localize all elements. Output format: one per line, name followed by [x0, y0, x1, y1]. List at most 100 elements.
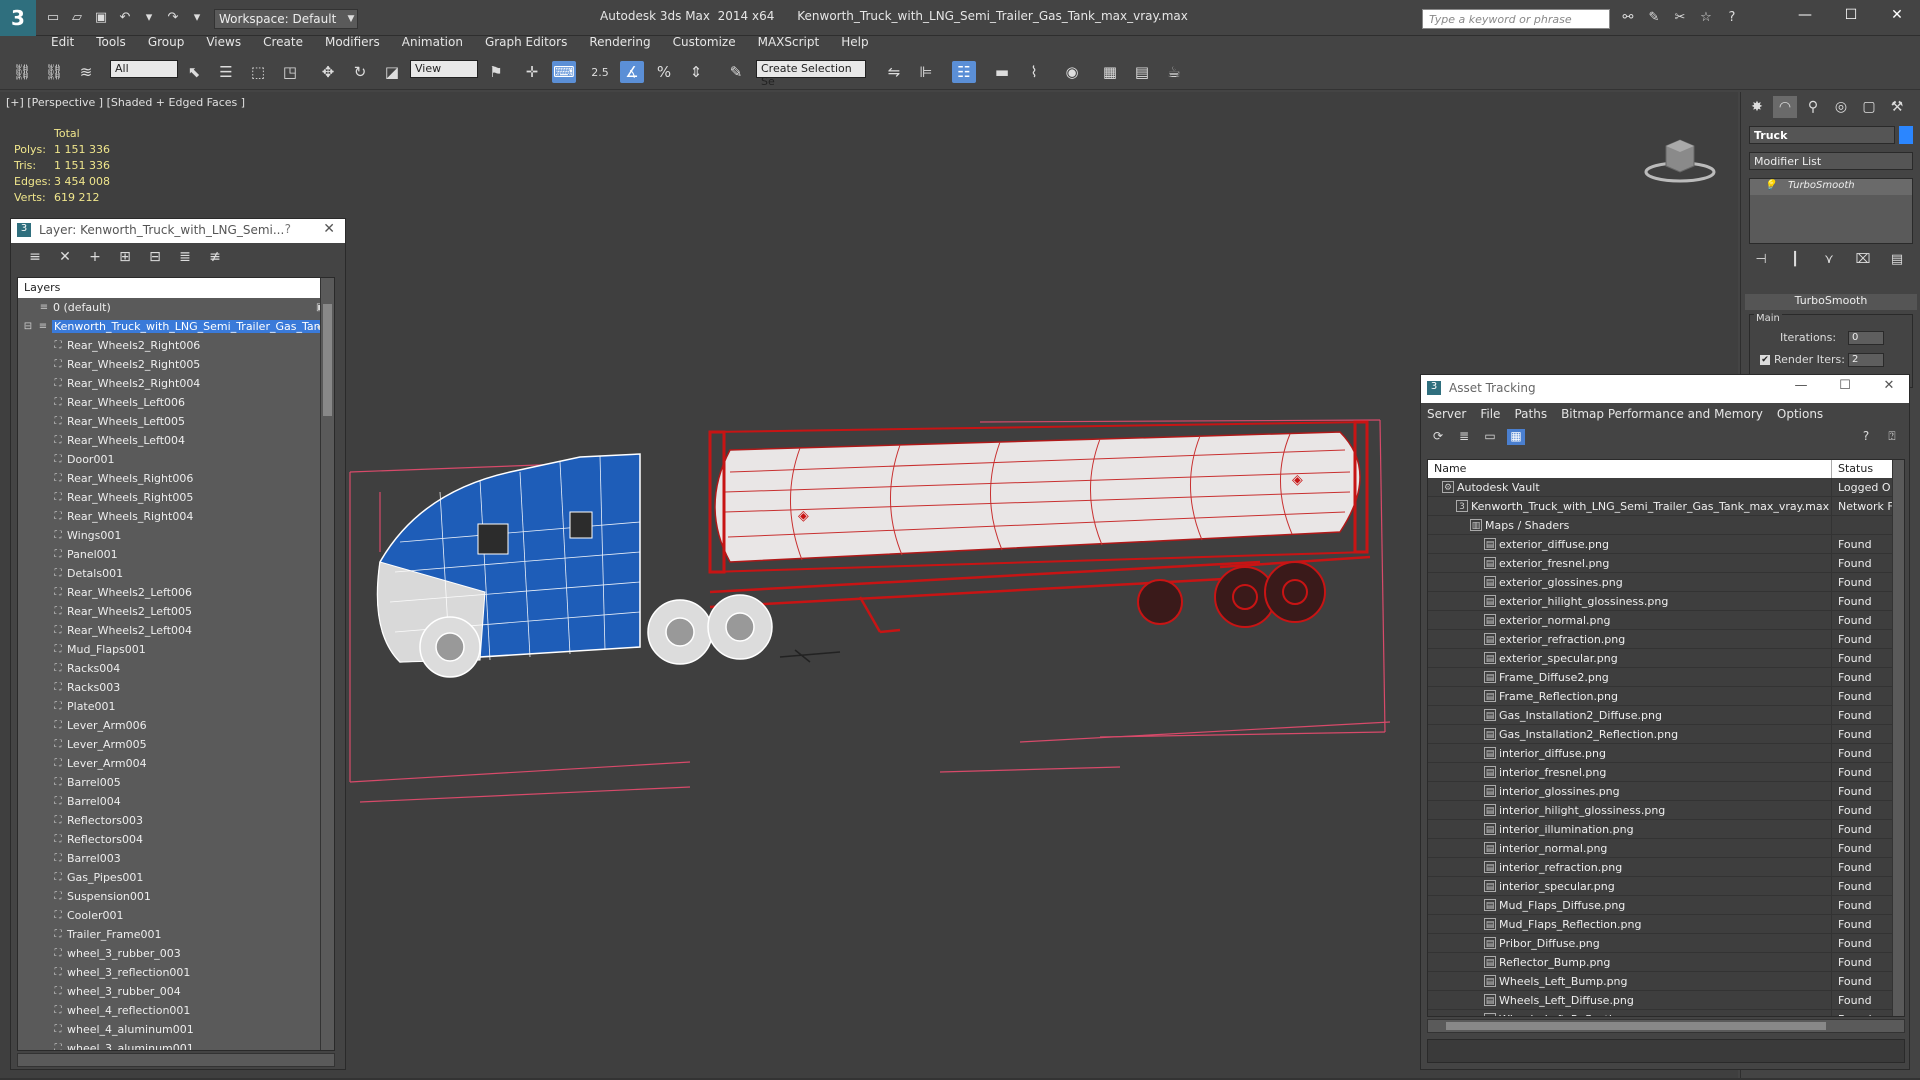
- utilities-tab-icon[interactable]: ⚒: [1885, 96, 1909, 118]
- layer-object-row[interactable]: ⛶ Rear_Wheels_Right006: [18, 469, 334, 488]
- layer-scroll-thumb[interactable]: [323, 304, 332, 416]
- menu-maxscript[interactable]: MAXScript: [747, 33, 831, 53]
- refresh-icon[interactable]: ⟳: [1429, 429, 1447, 445]
- asset-row[interactable]: ▤ interior_fresnel.png Found: [1428, 763, 1904, 782]
- asset-row[interactable]: ▤ interior_illumination.png Found: [1428, 820, 1904, 839]
- modifier-list-dropdown[interactable]: Modifier List: [1749, 152, 1913, 170]
- layer-object-row[interactable]: ⛶ Cooler001: [18, 906, 334, 925]
- new-file-icon[interactable]: ▭: [44, 8, 62, 26]
- asset-row[interactable]: ▤ exterior_fresnel.png Found: [1428, 554, 1904, 573]
- layer-object-row[interactable]: ⛶ Reflectors004: [18, 830, 334, 849]
- menu-animation[interactable]: Animation: [391, 33, 474, 53]
- help-icon[interactable]: ?: [1857, 429, 1875, 445]
- bind-space-warp-icon[interactable]: ≋: [74, 61, 98, 83]
- object-color-swatch[interactable]: [1899, 126, 1913, 144]
- truck-model-wireframe[interactable]: ◈ ◈: [340, 392, 1400, 832]
- move-icon[interactable]: ✥: [316, 61, 340, 83]
- menu-customize[interactable]: Customize: [662, 33, 747, 53]
- undo-icon[interactable]: ↶: [116, 8, 134, 26]
- keyboard-shortcut-override-icon[interactable]: ⌨: [552, 61, 576, 83]
- layer-object-row[interactable]: ⛶ Door001: [18, 450, 334, 469]
- layer-object-row[interactable]: ⛶ wheel_4_aluminum001: [18, 1020, 334, 1039]
- layer-object-row[interactable]: ⛶ Rear_Wheels2_Left005: [18, 602, 334, 621]
- asset-horizontal-scrollbar[interactable]: [1427, 1019, 1905, 1033]
- layer-object-row[interactable]: ⛶ Rear_Wheels2_Right004: [18, 374, 334, 393]
- hide-freeze-icon[interactable]: ≢: [205, 249, 225, 267]
- lightbulb-icon[interactable]: 💡: [1764, 180, 1776, 191]
- configure-modifier-sets-icon[interactable]: ▤: [1887, 252, 1907, 270]
- remove-modifier-icon[interactable]: ⌧: [1853, 252, 1873, 270]
- asset-row[interactable]: ▤ Frame_Diffuse2.png Found: [1428, 668, 1904, 687]
- menu-rendering[interactable]: Rendering: [578, 33, 661, 53]
- add-selection-icon[interactable]: ⊞: [115, 249, 135, 267]
- layer-object-row[interactable]: ⛶ Gas_Pipes001: [18, 868, 334, 887]
- asset-row[interactable]: 3 Kenworth_Truck_with_LNG_Semi_Trailer_Ga…: [1428, 497, 1904, 516]
- asset-row[interactable]: ▤ Reflector_Bump.png Found: [1428, 953, 1904, 972]
- layer-object-row[interactable]: ⛶ Racks003: [18, 678, 334, 697]
- iterations-spinner[interactable]: 0: [1848, 331, 1884, 345]
- asset-row[interactable]: ▤ Gas_Installation2_Diffuse.png Found: [1428, 706, 1904, 725]
- create-tab-icon[interactable]: ✸: [1745, 96, 1769, 118]
- minimize-icon[interactable]: —: [1782, 0, 1828, 30]
- list-view-icon[interactable]: ≣: [1455, 429, 1473, 445]
- layer-object-row[interactable]: ⛶ Rear_Wheels2_Left006: [18, 583, 334, 602]
- angle-snap-icon[interactable]: ∡: [620, 61, 644, 83]
- rendered-frame-window-icon[interactable]: ▤: [1130, 61, 1154, 83]
- object-name-field[interactable]: Truck: [1749, 126, 1895, 144]
- asset-row[interactable]: ▤ exterior_refraction.png Found: [1428, 630, 1904, 649]
- layer-object-row[interactable]: ⛶ wheel_3_rubber_004: [18, 982, 334, 1001]
- asset-row[interactable]: ▤ interior_hilight_glossiness.png Found: [1428, 801, 1904, 820]
- context-help-icon[interactable]: ⍰: [1883, 429, 1901, 445]
- asset-vertical-scrollbar[interactable]: [1892, 460, 1904, 1016]
- layer-default-row[interactable]: ≡ 0 (default) ▣: [18, 298, 334, 317]
- communication-icon[interactable]: ✂: [1672, 10, 1688, 26]
- maximize-icon[interactable]: ☐: [1828, 0, 1874, 30]
- menu-options[interactable]: Options: [1777, 407, 1823, 425]
- asset-row[interactable]: ▤ Mud_Flaps_Reflection.png Found: [1428, 915, 1904, 934]
- layer-object-row[interactable]: ⛶ wheel_3_aluminum001: [18, 1039, 334, 1050]
- asset-tracking-title-bar[interactable]: 3 Asset Tracking — ☐ ✕: [1421, 375, 1909, 403]
- layer-object-row[interactable]: ⛶ Mud_Flaps001: [18, 640, 334, 659]
- redo-dropdown-icon[interactable]: ▾: [188, 8, 206, 26]
- select-by-name-icon[interactable]: ☰: [214, 61, 238, 83]
- asset-row[interactable]: ▤ Frame_Reflection.png Found: [1428, 687, 1904, 706]
- modify-tab-icon[interactable]: ◠: [1773, 96, 1797, 118]
- layer-object-row[interactable]: ⛶ Rear_Wheels_Left004: [18, 431, 334, 450]
- modifier-stack-item[interactable]: 💡 TurboSmooth: [1750, 179, 1912, 195]
- layer-object-row[interactable]: ⛶ Reflectors003: [18, 811, 334, 830]
- layer-object-row[interactable]: ⛶ Trailer_Frame001: [18, 925, 334, 944]
- layer-object-row[interactable]: ⛶ wheel_4_reflection001: [18, 1001, 334, 1020]
- collapse-icon[interactable]: ⊟: [22, 321, 34, 333]
- menu-server[interactable]: Server: [1427, 407, 1466, 425]
- close-icon[interactable]: ✕: [1869, 378, 1909, 398]
- layer-manage-icon[interactable]: ≡: [25, 249, 45, 267]
- viewcube-icon[interactable]: [1644, 132, 1716, 184]
- layer-object-row[interactable]: ⛶ Rear_Wheels_Right005: [18, 488, 334, 507]
- toggle-ribbon-icon[interactable]: ▬: [990, 61, 1014, 83]
- reference-coordinate-dropdown[interactable]: View: [410, 60, 478, 78]
- curve-editor-icon[interactable]: ⌇: [1022, 61, 1046, 83]
- select-manipulate-icon[interactable]: ✛: [520, 61, 544, 83]
- rectangular-selection-icon[interactable]: ⬚: [246, 61, 270, 83]
- layer-object-row[interactable]: ⛶ Barrel004: [18, 792, 334, 811]
- render-setup-icon[interactable]: ▦: [1098, 61, 1122, 83]
- align-icon[interactable]: ⊫: [914, 61, 938, 83]
- asset-row[interactable]: ▤ Mud_Flaps_Diffuse.png Found: [1428, 896, 1904, 915]
- edit-named-selection-icon[interactable]: ✎: [724, 61, 748, 83]
- menu-create[interactable]: Create: [252, 33, 314, 53]
- render-iters-spinner[interactable]: 2: [1848, 353, 1884, 367]
- layer-horizontal-scrollbar[interactable]: [17, 1053, 335, 1067]
- menu-views[interactable]: Views: [195, 33, 252, 53]
- asset-row[interactable]: ▤Wheels_Left_Reflection.pngFound: [1428, 1010, 1904, 1016]
- select-layer-objects-icon[interactable]: ⊟: [145, 249, 165, 267]
- asset-row[interactable]: ▤ exterior_diffuse.png Found: [1428, 535, 1904, 554]
- status-column-header[interactable]: Status: [1832, 460, 1879, 478]
- layer-panel-title-bar[interactable]: 3 Layer: Kenworth_Truck_with_LNG_Semi...…: [11, 219, 345, 243]
- maximize-icon[interactable]: ☐: [1825, 378, 1865, 398]
- render-teapot-icon[interactable]: ☕: [1162, 61, 1186, 83]
- asset-scroll-thumb[interactable]: [1446, 1022, 1826, 1030]
- asset-row[interactable]: ▤ Gas_Installation2_Reflection.png Found: [1428, 725, 1904, 744]
- thumbnail-view-icon[interactable]: ▭: [1481, 429, 1499, 445]
- help-icon[interactable]: ?: [285, 222, 291, 236]
- layer-object-row[interactable]: ⛶ Rear_Wheels2_Left004: [18, 621, 334, 640]
